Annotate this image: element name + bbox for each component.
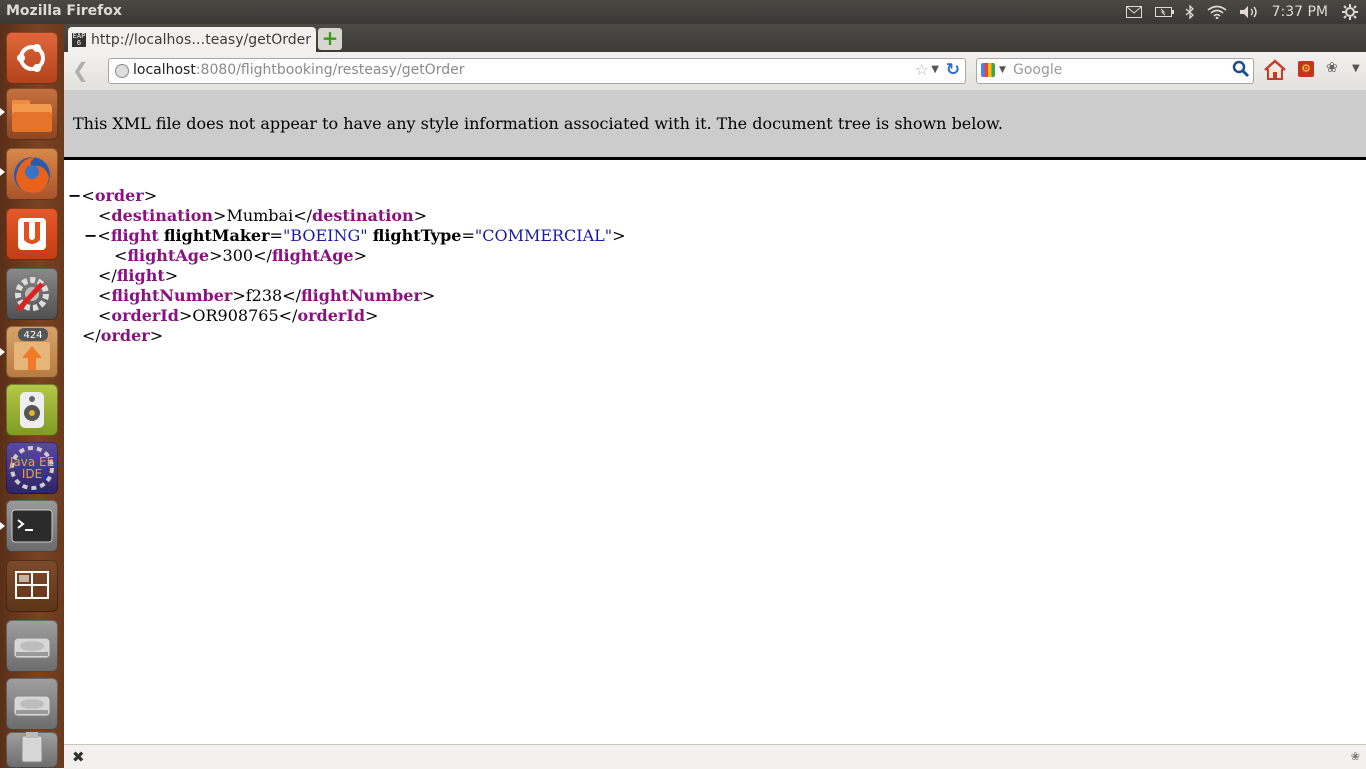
addon-gear-icon[interactable]: ⚙ [1298,61,1314,77]
search-icon[interactable] [1232,60,1250,78]
attr-value: "BOEING" [282,226,368,245]
back-button[interactable]: ❮ [72,60,94,82]
url-bar[interactable]: localhost:8080/flightbooking/resteasy/ge… [108,58,966,84]
tag-name: flight [110,226,159,245]
system-settings-icon[interactable] [6,268,58,320]
tag-name: flightAge [127,246,210,265]
history-dropdown-icon[interactable]: ▼ [931,64,939,75]
xml-line-order-open: −<order> [68,186,158,205]
flightnumber-value: f238 [245,286,283,305]
google-engine-icon[interactable] [981,63,995,77]
close-icon[interactable]: ✖ [72,748,85,766]
java-ee-ide-icon[interactable]: Java EE IDE [6,442,58,494]
destination-value: Mumbai [226,206,294,225]
firebug-icon[interactable]: ❀ [1326,60,1338,76]
running-indicator [0,522,5,530]
xml-line-order-close: </order> [82,326,164,345]
tag-name: orderId [111,306,179,325]
tag-name: destination [312,206,414,225]
attr-name: flightType [372,226,462,245]
running-indicator [0,348,5,356]
attr-name: flightMaker [163,226,270,245]
search-placeholder: Google [1013,62,1063,78]
tag-name: destination [111,206,214,225]
update-manager-icon[interactable]: 424 [6,326,58,378]
xml-line-flight-close: </flight> [98,266,179,285]
home-icon[interactable] [1263,58,1287,82]
clock[interactable]: 7:37 PM [1272,4,1328,20]
reload-icon[interactable]: ↻ [946,60,960,80]
page-content: This XML file does not appear to have an… [64,90,1366,744]
drive-icon[interactable] [6,620,58,672]
resize-grip-icon[interactable]: ❀ [1351,750,1360,763]
globe-icon [115,64,129,78]
tag-name: flight [116,266,165,285]
mail-icon[interactable] [1124,0,1144,24]
tag-name: order [100,326,150,345]
xml-line-flightage: <flightAge>300</flightAge> [114,246,367,265]
active-app-title: Mozilla Firefox [6,3,122,19]
xml-line-destination: <destination>Mumbai</destination> [98,206,428,225]
settings-gear-icon[interactable] [1340,0,1360,24]
tag-name: orderId [297,306,366,325]
tag-name: flightAge [271,246,354,265]
firefox-icon[interactable] [6,148,58,200]
xml-banner-text: This XML file does not appear to have an… [73,114,1003,133]
search-bar[interactable]: ▼ Google [976,58,1254,84]
url-path: :8080/flightbooking/resteasy/getOrder [195,62,465,78]
drive-icon[interactable] [6,678,58,730]
running-indicator [0,108,5,116]
tab-get-order[interactable]: EAP 6 http://localhos…teasy/getOrder [68,27,316,52]
launcher: 424 Java EE IDE [0,24,65,768]
tag-name: flightNumber [111,286,233,305]
xml-info-banner: This XML file does not appear to have an… [64,90,1366,160]
terminal-icon[interactable] [6,500,58,552]
xml-line-orderid: <orderId>OR908765</orderId> [98,306,379,325]
bluetooth-icon[interactable] [1182,0,1198,24]
ubuntu-home-icon[interactable] [6,32,58,84]
battery-icon[interactable] [1154,0,1176,24]
tag-name: order [94,186,144,205]
menu-dropdown-icon[interactable]: ▼ [1352,63,1360,74]
navigation-bar: ❮ localhost:8080/flightbooking/resteasy/… [64,52,1366,91]
tab-bar: EAP 6 http://localhos…teasy/getOrder + [64,24,1366,52]
addon-bar: ✖ ❀ [64,744,1366,769]
flightage-value: 300 [222,246,254,265]
search-engine-dropdown-icon[interactable]: ▼ [999,65,1006,75]
url-text[interactable]: localhost:8080/flightbooking/resteasy/ge… [133,62,464,78]
svg-text:IDE: IDE [22,467,42,481]
wifi-icon[interactable] [1206,0,1228,24]
volume-icon[interactable] [1238,0,1262,24]
top-panel: Mozilla Firefox 7:37 PM [0,0,1366,24]
usb-drive-icon[interactable] [6,732,58,768]
new-tab-button[interactable]: + [318,28,342,50]
tab-label: http://localhos…teasy/getOrder [91,31,311,48]
bookmark-star-icon[interactable]: ☆ [915,60,929,79]
eap-favicon-icon: EAP 6 [72,31,86,47]
files-icon[interactable] [6,88,58,140]
tag-name: flightNumber [300,286,422,305]
xml-line-flight-open: −<flight flightMaker="BOEING" flightType… [84,226,626,245]
collapse-toggle[interactable]: − [84,226,97,245]
xml-line-flightnumber: <flightNumber>f238</flightNumber> [98,286,436,305]
audio-player-icon[interactable] [6,384,58,436]
ubuntu-one-icon[interactable] [6,208,58,260]
collapse-toggle[interactable]: − [68,186,81,205]
workspace-switcher-icon[interactable] [6,560,58,612]
orderid-value: OR908765 [192,306,279,325]
running-indicator [0,168,5,176]
svg-text:424: 424 [23,330,42,341]
url-host: localhost [133,62,196,78]
attr-value: "COMMERCIAL" [474,226,613,245]
